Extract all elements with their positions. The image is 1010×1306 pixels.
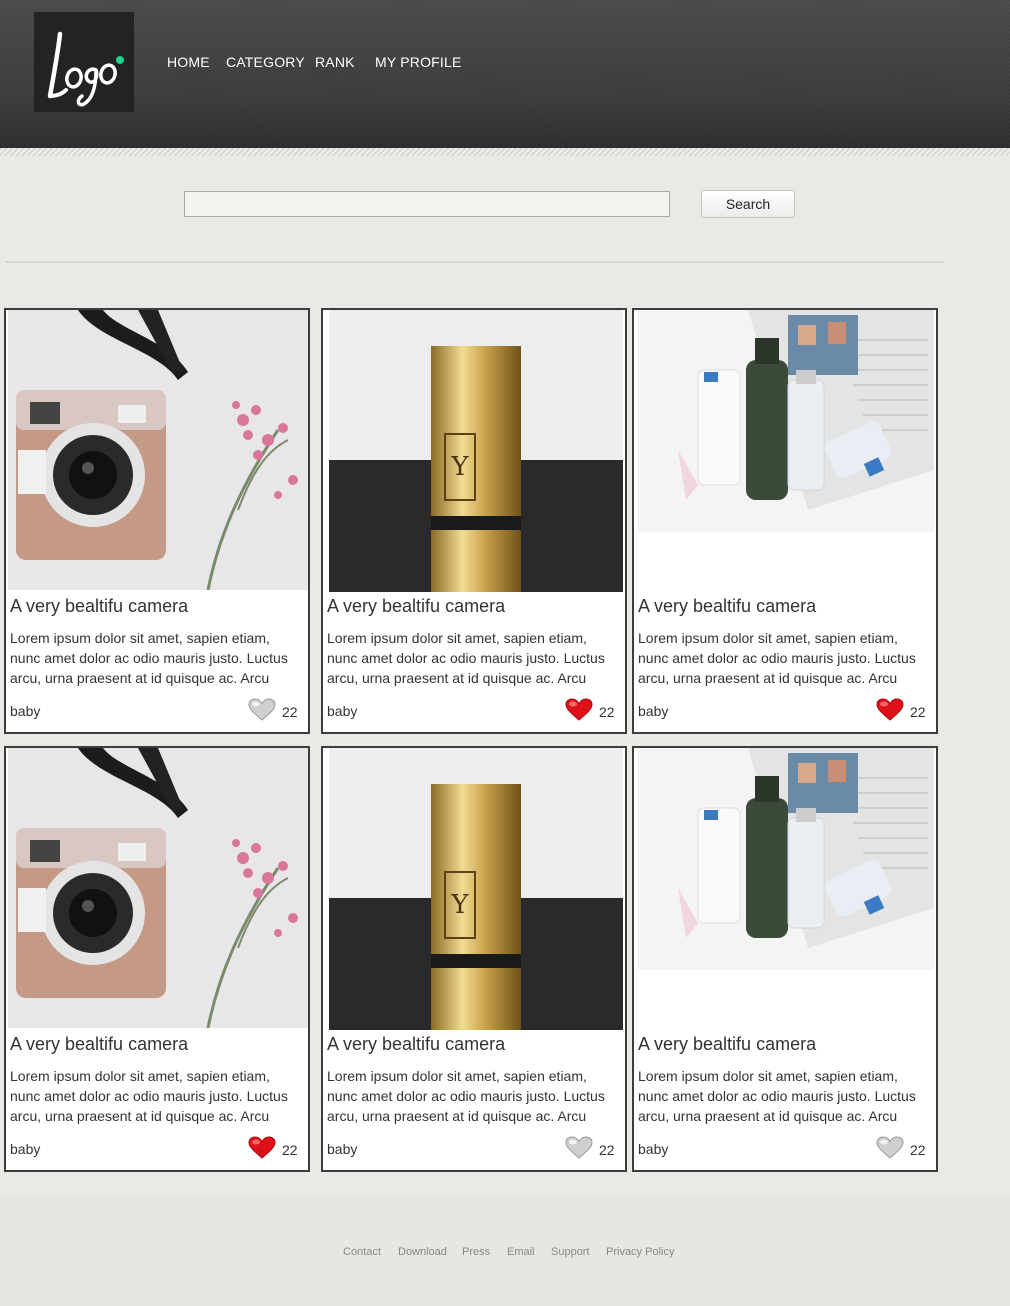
footer-link-privacy-policy[interactable]: Privacy Policy xyxy=(606,1246,674,1258)
nav-my-profile[interactable]: MY PROFILE xyxy=(375,54,462,70)
heart-icon[interactable] xyxy=(248,1136,276,1160)
heart-icon[interactable] xyxy=(876,698,904,722)
footer-link-email[interactable]: Email xyxy=(507,1246,535,1258)
card-title[interactable]: A very bealtifu camera xyxy=(327,596,505,617)
skincare-image[interactable] xyxy=(638,748,934,970)
product-card[interactable]: A very bealtifu camera Lorem ipsum dolor … xyxy=(4,308,310,734)
like-count: 22 xyxy=(599,704,615,720)
product-card[interactable]: A very bealtifu camera Lorem ipsum dolor … xyxy=(632,308,938,734)
card-description: Lorem ipsum dolor sit amet, sapien etiam… xyxy=(10,630,288,686)
card-title[interactable]: A very bealtifu camera xyxy=(638,1034,816,1055)
like-count: 22 xyxy=(282,704,298,720)
nav-rank[interactable]: RANK xyxy=(315,54,355,70)
like-count: 22 xyxy=(282,1142,298,1158)
footer-link-download[interactable]: Download xyxy=(398,1246,447,1258)
like-count: 22 xyxy=(599,1142,615,1158)
footer-link-press[interactable]: Press xyxy=(462,1246,490,1258)
nav-category[interactable]: CATEGORY xyxy=(226,54,305,70)
camera-image[interactable] xyxy=(8,310,308,590)
search-input[interactable] xyxy=(184,191,670,217)
camera-image[interactable] xyxy=(8,748,308,1028)
search-button[interactable]: Search xyxy=(701,190,795,218)
product-card[interactable]: A very bealtifu camera Lorem ipsum dolor … xyxy=(4,746,310,1172)
card-tag[interactable]: baby xyxy=(638,703,668,719)
svg-text:Y: Y xyxy=(450,890,469,920)
footer-link-contact[interactable]: Contact xyxy=(343,1246,381,1258)
card-title[interactable]: A very bealtifu camera xyxy=(10,596,188,617)
site-footer xyxy=(0,1195,1010,1306)
card-description: Lorem ipsum dolor sit amet, sapien etiam… xyxy=(638,1068,916,1124)
card-title[interactable]: A very bealtifu camera xyxy=(327,1034,505,1055)
heart-icon[interactable] xyxy=(565,1136,593,1160)
footer-link-support[interactable]: Support xyxy=(551,1246,590,1258)
header-divider xyxy=(0,148,1010,156)
card-tag[interactable]: baby xyxy=(327,1141,357,1157)
like-count: 22 xyxy=(910,1142,926,1158)
lipstick-image[interactable]: Y xyxy=(329,748,623,1030)
card-tag[interactable]: baby xyxy=(10,1141,40,1157)
nav-home[interactable]: HOME xyxy=(167,54,210,70)
card-description: Lorem ipsum dolor sit amet, sapien etiam… xyxy=(327,1068,605,1124)
card-tag[interactable]: baby xyxy=(638,1141,668,1157)
card-description: Lorem ipsum dolor sit amet, sapien etiam… xyxy=(10,1068,288,1124)
card-description: Lorem ipsum dolor sit amet, sapien etiam… xyxy=(638,630,916,686)
heart-icon[interactable] xyxy=(248,698,276,722)
card-title[interactable]: A very bealtifu camera xyxy=(638,596,816,617)
card-description: Lorem ipsum dolor sit amet, sapien etiam… xyxy=(327,630,605,686)
svg-text:Y: Y xyxy=(450,452,469,482)
lipstick-image[interactable]: Y xyxy=(329,310,623,592)
card-tag[interactable]: baby xyxy=(327,703,357,719)
site-header xyxy=(0,0,1010,148)
heart-icon[interactable] xyxy=(565,698,593,722)
search-divider xyxy=(6,261,944,263)
product-card[interactable]: A very bealtifu camera Lorem ipsum dolor … xyxy=(632,746,938,1172)
like-count: 22 xyxy=(910,704,926,720)
card-title[interactable]: A very bealtifu camera xyxy=(10,1034,188,1055)
heart-icon[interactable] xyxy=(876,1136,904,1160)
site-logo[interactable] xyxy=(34,12,134,112)
logo-mark xyxy=(47,31,124,107)
skincare-image[interactable] xyxy=(638,310,934,532)
card-tag[interactable]: baby xyxy=(10,703,40,719)
product-card[interactable]: Y A very bealtifu camera Lorem ipsum dolo… xyxy=(321,308,627,734)
product-card[interactable]: Y A very bealtifu camera Lorem ipsum dolo… xyxy=(321,746,627,1172)
